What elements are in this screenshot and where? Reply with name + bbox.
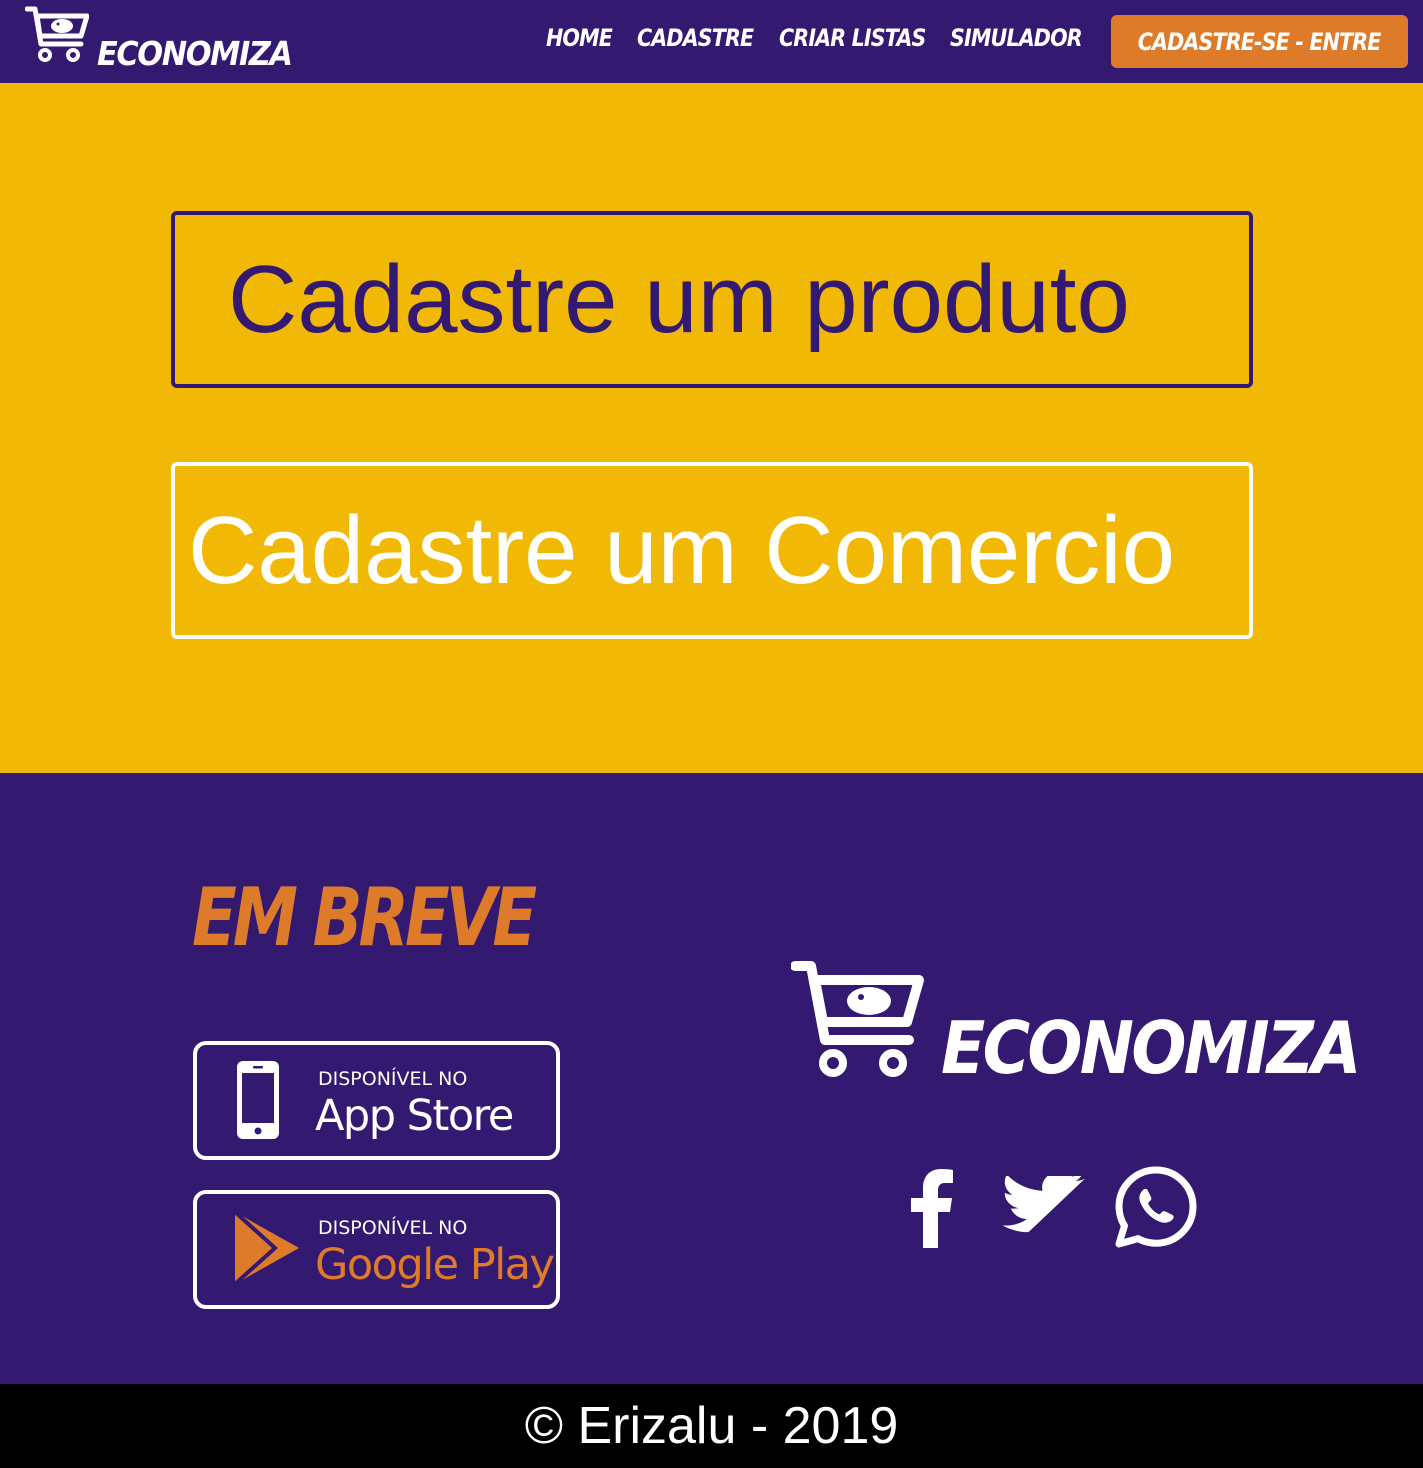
- facebook-icon[interactable]: [908, 1166, 954, 1248]
- brand-logo-link[interactable]: ECONOMIZA: [25, 6, 305, 78]
- copyright-bar: © Erizalu - 2019: [0, 1384, 1423, 1468]
- shopping-cart-icon: [791, 961, 924, 1077]
- hero-section: Cadastre um produto Cadastre um Comercio: [0, 83, 1423, 773]
- nav-simulador-link[interactable]: SIMULADOR: [950, 24, 1083, 52]
- google-play-icon: [233, 1210, 299, 1286]
- google-play-title: Google Play: [315, 1240, 555, 1290]
- app-store-caption: DISPONÍVEL NO: [318, 1068, 468, 1090]
- nav-home-link[interactable]: HOME: [546, 24, 613, 52]
- twitter-icon[interactable]: [1002, 1176, 1086, 1238]
- app-store-badge[interactable]: DISPONÍVEL NO App Store: [193, 1041, 560, 1160]
- google-play-caption: DISPONÍVEL NO: [318, 1217, 468, 1239]
- signup-login-button[interactable]: CADASTRE-SE - ENTRE: [1111, 15, 1408, 68]
- copyright-text: © Erizalu - 2019: [524, 1397, 899, 1455]
- register-store-button[interactable]: Cadastre um Comercio: [171, 462, 1253, 639]
- whatsapp-icon[interactable]: [1115, 1166, 1197, 1248]
- shopping-cart-icon: [25, 6, 89, 62]
- footer-brand-name: ECONOMIZA: [941, 1006, 1361, 1090]
- brand-name: ECONOMIZA: [97, 34, 293, 73]
- app-store-title: App Store: [315, 1091, 514, 1141]
- footer-brand-logo: ECONOMIZA: [791, 960, 1361, 1100]
- google-play-badge[interactable]: DISPONÍVEL NO Google Play: [193, 1190, 560, 1309]
- coming-soon-heading: EM BREVE: [192, 871, 537, 964]
- top-navbar: ECONOMIZA HOME CADASTRE CRIAR LISTAS SIM…: [0, 0, 1423, 83]
- signup-login-label: CADASTRE-SE - ENTRE: [1138, 27, 1382, 56]
- register-product-button[interactable]: Cadastre um produto: [171, 211, 1253, 388]
- nav-criar-listas-link[interactable]: CRIAR LISTAS: [779, 24, 926, 52]
- smartphone-icon: [237, 1061, 279, 1139]
- footer-section: EM BREVE DISPONÍVEL NO App Store DISPONÍ…: [0, 773, 1423, 1384]
- nav-cadastre-link[interactable]: CADASTRE: [637, 24, 754, 52]
